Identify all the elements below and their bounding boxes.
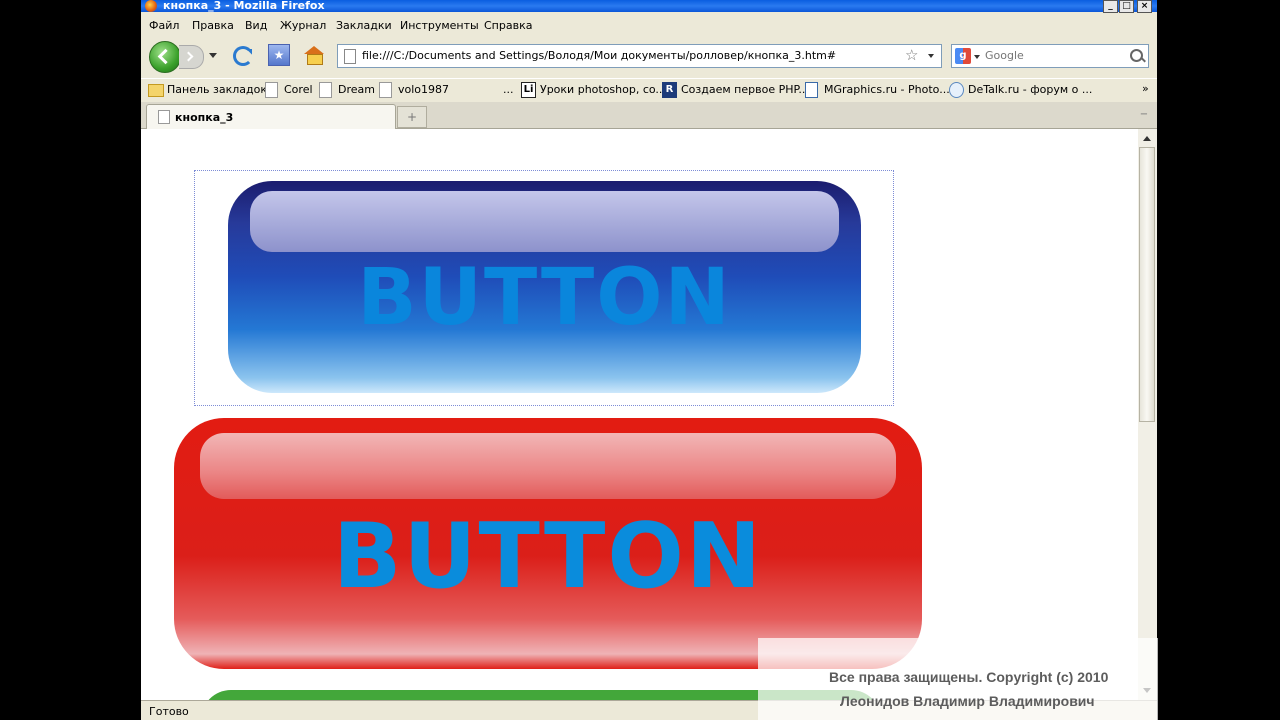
google-icon[interactable]: g [955, 48, 971, 64]
menu-file[interactable]: Файл [149, 19, 179, 32]
button-highlight [250, 191, 839, 252]
forward-button[interactable] [179, 45, 204, 69]
scrollbar-thumb[interactable] [1139, 147, 1155, 422]
status-text: Готово [149, 705, 189, 718]
detalk-icon [949, 82, 964, 98]
close-button[interactable]: × [1137, 0, 1152, 13]
bookmark-separator: ... [503, 83, 514, 96]
button-label: BUTTON [357, 253, 732, 343]
navigation-toolbar: ★ ☆ g [141, 38, 1157, 76]
menu-tools[interactable]: Инструменты [400, 19, 479, 32]
page-icon [158, 110, 170, 124]
history-dropdown-icon[interactable] [209, 53, 217, 58]
home-button[interactable] [304, 46, 324, 65]
menu-help[interactable]: Справка [484, 19, 532, 32]
scroll-up-icon[interactable] [1143, 136, 1151, 141]
menu-history[interactable]: Журнал [280, 19, 326, 32]
page-icon [319, 82, 332, 98]
bookmark-label: Панель закладок [167, 83, 267, 96]
tab-strip: кнопка_3 + − [141, 102, 1157, 129]
search-input[interactable] [985, 48, 1115, 63]
bookmark-label: Corel [284, 83, 313, 96]
watermark-line-1: Все права защищены. Copyright (c) 2010 [829, 669, 1109, 685]
url-dropdown-icon[interactable] [928, 54, 934, 58]
bookmark-label: MGraphics.ru - Photo... [824, 83, 950, 96]
bookmark-label: Уроки photoshop, co... [540, 83, 666, 96]
home-icon [307, 54, 323, 65]
reload-button[interactable] [233, 46, 253, 66]
mg-icon [805, 82, 818, 98]
folder-icon [148, 84, 164, 97]
page-content: BUTTON BUTTON [141, 129, 1138, 700]
watermark-line-2: Леонидов Владимир Владимирович [840, 693, 1095, 709]
copyright-watermark: Все права защищены. Copyright (c) 2010 Л… [758, 638, 1158, 720]
browser-window: кнопка_3 - Mozilla Firefox _ □ × Файл Пр… [141, 0, 1157, 720]
tab-label: кнопка_3 [175, 111, 234, 124]
minimize-button[interactable]: _ [1103, 0, 1118, 13]
bookmark-label: DeTalk.ru - форум о ... [968, 83, 1093, 96]
page-icon [265, 82, 278, 98]
url-bar[interactable]: ☆ [337, 44, 942, 68]
red-rollover-button[interactable]: BUTTON [174, 418, 922, 669]
window-title: кнопка_3 - Mozilla Firefox [163, 0, 325, 12]
page-icon [379, 82, 392, 98]
back-button[interactable] [149, 41, 181, 73]
new-tab-button[interactable]: + [397, 106, 427, 128]
bookmark-star-icon[interactable]: ☆ [905, 46, 918, 64]
page-icon [344, 49, 356, 64]
button-highlight [200, 433, 896, 499]
search-engine-dropdown-icon[interactable] [974, 55, 980, 59]
vertical-scrollbar[interactable] [1138, 129, 1157, 700]
search-bar[interactable]: g [951, 44, 1149, 68]
home-roof-icon [304, 46, 324, 54]
bookmarks-button[interactable]: ★ [268, 44, 290, 66]
bookmark-label: volo1987 [398, 83, 450, 96]
title-bar: кнопка_3 - Mozilla Firefox _ □ × [141, 0, 1157, 13]
button-label: BUTTON [332, 504, 764, 609]
tab-list-icon[interactable]: − [1137, 106, 1151, 126]
menu-bookmarks[interactable]: Закладки [336, 19, 392, 32]
menu-view[interactable]: Вид [245, 19, 267, 32]
menu-bar: Файл Правка Вид Журнал Закладки Инструме… [141, 16, 1157, 36]
bookmarks-toolbar: Панель закладок Corel Dream volo1987 ...… [141, 78, 1157, 101]
tab-knopka-3[interactable]: кнопка_3 [146, 104, 396, 129]
bookmark-label: Dream [338, 83, 375, 96]
bookmarks-more-chevron-icon[interactable]: » [1142, 82, 1149, 95]
r-icon: R [662, 82, 677, 98]
url-input[interactable] [362, 47, 882, 63]
firefox-icon [145, 0, 157, 12]
li-icon: Li [521, 82, 536, 98]
blue-rollover-button[interactable]: BUTTON [228, 181, 861, 393]
search-icon[interactable] [1130, 49, 1143, 62]
bookmark-label: Создаем первое PHP... [681, 83, 809, 96]
maximize-button[interactable]: □ [1119, 0, 1134, 13]
menu-edit[interactable]: Правка [192, 19, 234, 32]
